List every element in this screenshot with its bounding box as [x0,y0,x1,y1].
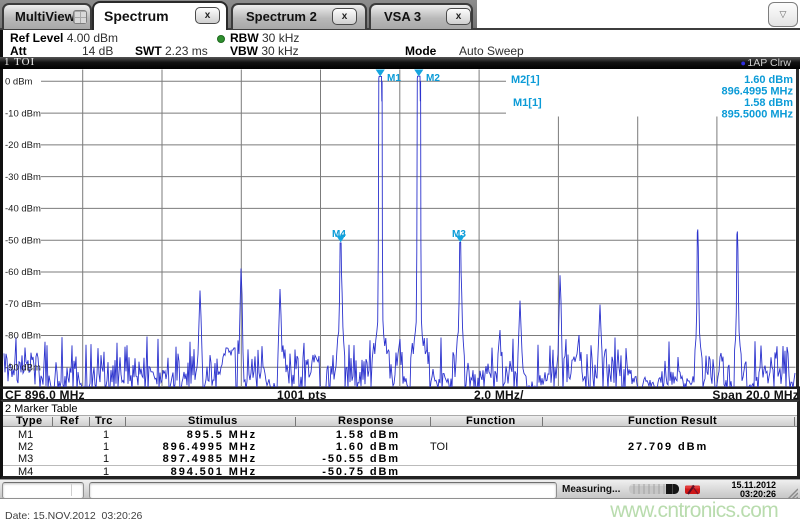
svg-text:-70 dBm: -70 dBm [5,299,41,310]
svg-text:-40 dBm: -40 dBm [5,204,41,215]
svg-text:1.60 dBm: 1.60 dBm [744,74,793,86]
svg-text:895.5000 MHz: 895.5000 MHz [721,109,793,121]
svg-text:M1[1]: M1[1] [513,97,542,109]
svg-text:896.4995 MHz: 896.4995 MHz [721,86,793,98]
svg-text:-10 dBm: -10 dBm [5,108,41,119]
svg-text:1.58 dBm: 1.58 dBm [744,97,793,109]
svg-text:-30 dBm: -30 dBm [5,172,41,183]
svg-text:-60 dBm: -60 dBm [5,267,41,278]
svg-text:M1: M1 [387,73,401,84]
svg-text:0 dBm: 0 dBm [5,77,33,88]
svg-text:M2[1]: M2[1] [511,74,540,86]
svg-text:-80 dBm: -80 dBm [5,331,41,342]
svg-text:M2: M2 [426,73,440,84]
svg-text:-50 dBm: -50 dBm [5,235,41,246]
svg-text:-90 dBm: -90 dBm [5,363,41,374]
svg-text:-20 dBm: -20 dBm [5,140,41,151]
